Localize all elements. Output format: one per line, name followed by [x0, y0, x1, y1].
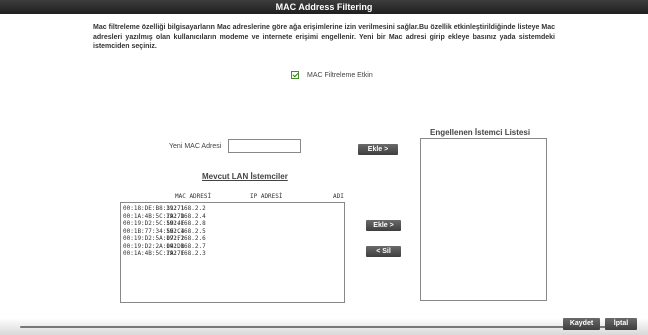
- new-mac-input[interactable]: [228, 139, 301, 153]
- lan-client-row[interactable]: 00:19:D2:5C:50:4F 192.168.2.8: [121, 220, 344, 228]
- lan-client-row[interactable]: 00:1A:4B:5C:7A:7D 192.168.2.4: [121, 213, 344, 221]
- page-title-bar: MAC Address Filtering: [0, 0, 648, 14]
- blocked-clients-title: Engellenen İstemci Listesi: [430, 128, 531, 137]
- cancel-button[interactable]: İptal: [605, 318, 637, 330]
- lan-clients-list[interactable]: 00:18:DE:B8:31:71 192.168.2.2 00:1A:4B:5C:…: [120, 202, 345, 303]
- footer-divider: [20, 326, 620, 328]
- client-ip: 192.168.2.7: [166, 242, 206, 250]
- lan-client-row[interactable]: 00:18:DE:B8:31:71 192.168.2.2: [121, 205, 344, 213]
- column-header-mac: MAC ADRESİ: [175, 193, 212, 200]
- client-ip: 192.168.2.5: [166, 227, 206, 235]
- lan-client-row[interactable]: 00:19:D2:2A:04:DB 192.168.2.7: [121, 243, 344, 251]
- lan-clients-title: Mevcut LAN İstemciler: [202, 172, 288, 181]
- blocked-clients-list[interactable]: [420, 138, 547, 301]
- mac-filter-label: MAC Filtreleme Etkin: [307, 71, 373, 79]
- client-ip: 192.168.2.3: [166, 250, 206, 257]
- new-mac-label: Yeni MAC Adresi: [169, 143, 222, 150]
- lan-client-row[interactable]: 00:1B:77:34:56:C4 192.168.2.5: [121, 228, 344, 236]
- column-header-name: ADI: [333, 193, 344, 200]
- add-mac-button[interactable]: Ekle >: [358, 144, 398, 155]
- mac-filter-checkbox[interactable]: [291, 71, 299, 79]
- client-ip: 192.168.2.2: [166, 205, 206, 212]
- column-header-ip: IP ADRESİ: [250, 193, 283, 200]
- remove-client-button[interactable]: < Sil: [366, 246, 401, 257]
- save-button[interactable]: Kaydet: [563, 318, 600, 330]
- client-ip: 192.168.2.4: [166, 212, 206, 220]
- mac-filter-toggle[interactable]: MAC Filtreleme Etkin: [291, 71, 373, 79]
- page-title: MAC Address Filtering: [275, 2, 373, 12]
- lan-client-row[interactable]: 00:19:D2:5A:07:F2 192.168.2.6: [121, 235, 344, 243]
- lan-client-row[interactable]: 00:1A:4B:5C:7A:7F 192.168.2.3: [121, 250, 344, 258]
- client-ip: 192.168.2.6: [166, 235, 206, 242]
- client-ip: 192.168.2.8: [166, 220, 206, 227]
- add-client-button[interactable]: Ekle >: [366, 220, 401, 231]
- description-text: Mac filtreleme özelliği bilgisayarların …: [93, 24, 555, 50]
